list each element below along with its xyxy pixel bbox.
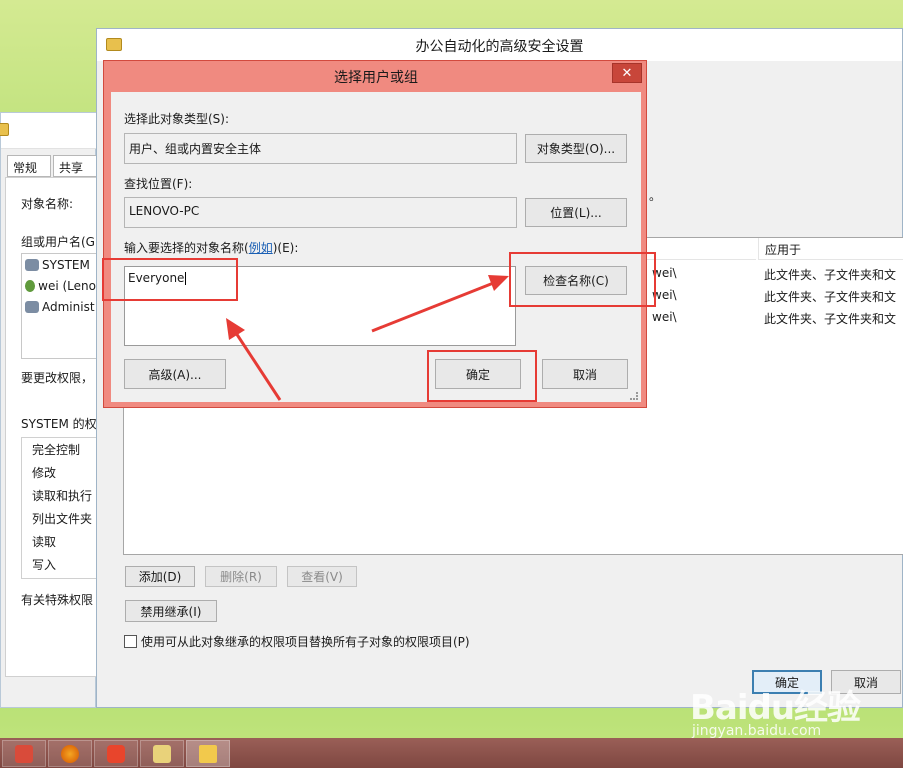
taskbar-explorer[interactable] [186, 740, 230, 767]
watermark-url: jingyan.baidu.com [692, 723, 822, 739]
app-icon [15, 744, 33, 763]
firefox-icon [61, 744, 79, 763]
arrow-to-check-names [371, 280, 497, 333]
app-icon [153, 744, 171, 763]
arrow-to-names-input [234, 332, 282, 401]
baidu-watermark: Baidu经验 jingyan.baidu.com [690, 680, 900, 740]
annotation-arrows [226, 275, 509, 401]
sogou-icon [107, 744, 125, 763]
baidu-logo: Baidu经验 [690, 688, 861, 728]
taskbar-app-1[interactable] [2, 740, 46, 767]
arrow-head-icon [488, 275, 509, 291]
folder-icon [199, 744, 217, 763]
taskbar-sogou[interactable] [94, 740, 138, 767]
taskbar-firefox[interactable] [48, 740, 92, 767]
taskbar-app-4[interactable] [140, 740, 184, 767]
taskbar [0, 738, 903, 768]
arrow-head-icon [226, 318, 245, 340]
